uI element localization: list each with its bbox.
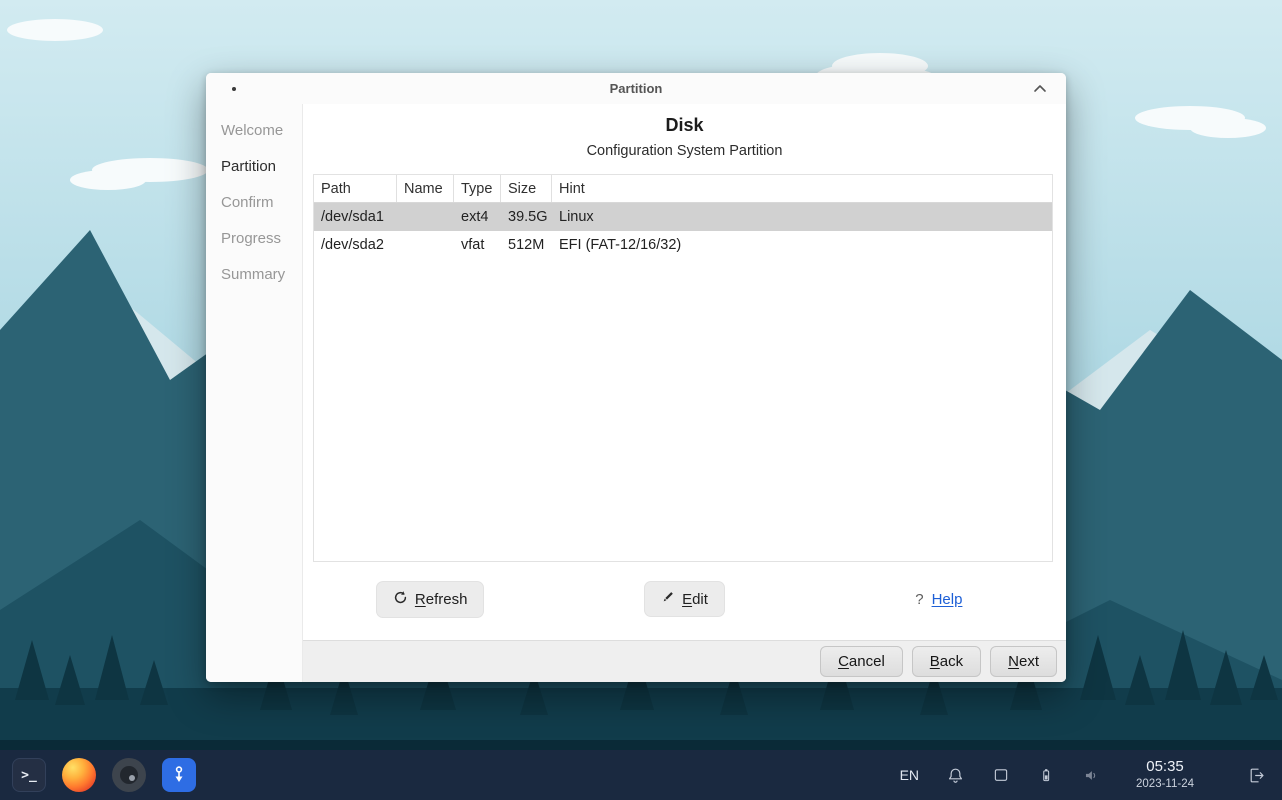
edit-icon (661, 590, 675, 608)
system-tray: EN 05:35 2023-11-24 (900, 758, 1266, 791)
sidebar-item-progress[interactable]: Progress (206, 220, 302, 256)
lens-icon (120, 766, 138, 784)
cell-hint: Linux (552, 209, 1052, 225)
column-header-size[interactable]: Size (501, 175, 552, 202)
cell-size: 39.5G (501, 209, 552, 225)
page-title: Disk (303, 115, 1066, 136)
wizard-footer: Cancel Back Next (303, 640, 1066, 682)
collapse-icon[interactable] (1032, 81, 1048, 97)
help-area: ? Help (915, 591, 962, 608)
refresh-button[interactable]: Refresh (376, 581, 485, 618)
cell-path: /dev/sda1 (314, 209, 397, 225)
cell-path: /dev/sda2 (314, 237, 397, 253)
page-subtitle: Configuration System Partition (303, 143, 1066, 159)
logout-icon[interactable] (1247, 766, 1266, 785)
back-button[interactable]: Back (912, 646, 981, 677)
installer-window: Partition Welcome Partition Confirm Prog… (206, 73, 1066, 682)
screenshot-tool-icon[interactable] (112, 758, 146, 792)
dock: >_ (12, 758, 196, 792)
help-question-icon: ? (915, 591, 923, 608)
volume-icon[interactable] (1082, 766, 1101, 785)
table-header-row: Path Name Type Size Hint (314, 175, 1052, 203)
step-sidebar: Welcome Partition Confirm Progress Summa… (206, 104, 303, 682)
cell-type: vfat (454, 237, 501, 253)
refresh-icon (393, 590, 408, 609)
cell-size: 512M (501, 237, 552, 253)
sidebar-item-confirm[interactable]: Confirm (206, 184, 302, 220)
sidebar-item-welcome[interactable]: Welcome (206, 112, 302, 148)
language-indicator[interactable]: EN (900, 767, 919, 783)
cancel-button[interactable]: Cancel (820, 646, 903, 677)
window-title: Partition (206, 81, 1066, 96)
edit-button[interactable]: Edit (644, 581, 725, 617)
firefox-icon[interactable] (62, 758, 96, 792)
terminal-icon[interactable]: >_ (12, 758, 46, 792)
sidebar-item-partition[interactable]: Partition (206, 148, 302, 184)
column-header-type[interactable]: Type (454, 175, 501, 202)
installer-icon[interactable] (162, 758, 196, 792)
column-header-path[interactable]: Path (314, 175, 397, 202)
taskbar: >_ EN 05:35 2023-11-24 (0, 750, 1282, 800)
cell-hint: EFI (FAT-12/16/32) (552, 237, 1052, 253)
table-row[interactable]: /dev/sda1 ext4 39.5G Linux (314, 203, 1052, 231)
table-row[interactable]: /dev/sda2 vfat 512M EFI (FAT-12/16/32) (314, 231, 1052, 259)
column-header-hint[interactable]: Hint (552, 175, 1052, 202)
titlebar[interactable]: Partition (206, 73, 1066, 104)
clock-time: 05:35 (1136, 758, 1194, 777)
column-header-name[interactable]: Name (397, 175, 454, 202)
clock-date: 2023-11-24 (1136, 777, 1194, 791)
action-row: Refresh Edit ? Help (303, 562, 1066, 640)
cell-type: ext4 (454, 209, 501, 225)
main-panel: Disk Configuration System Partition Path… (303, 104, 1066, 682)
sidebar-item-summary[interactable]: Summary (206, 256, 302, 292)
desktop-icon[interactable] (992, 766, 1010, 784)
notifications-bell-icon[interactable] (946, 766, 965, 785)
help-link[interactable]: Help (932, 591, 963, 608)
battery-icon[interactable] (1037, 766, 1055, 784)
partition-table: Path Name Type Size Hint /dev/sda1 ext4 … (313, 174, 1053, 562)
next-button[interactable]: Next (990, 646, 1057, 677)
clock[interactable]: 05:35 2023-11-24 (1136, 758, 1194, 791)
